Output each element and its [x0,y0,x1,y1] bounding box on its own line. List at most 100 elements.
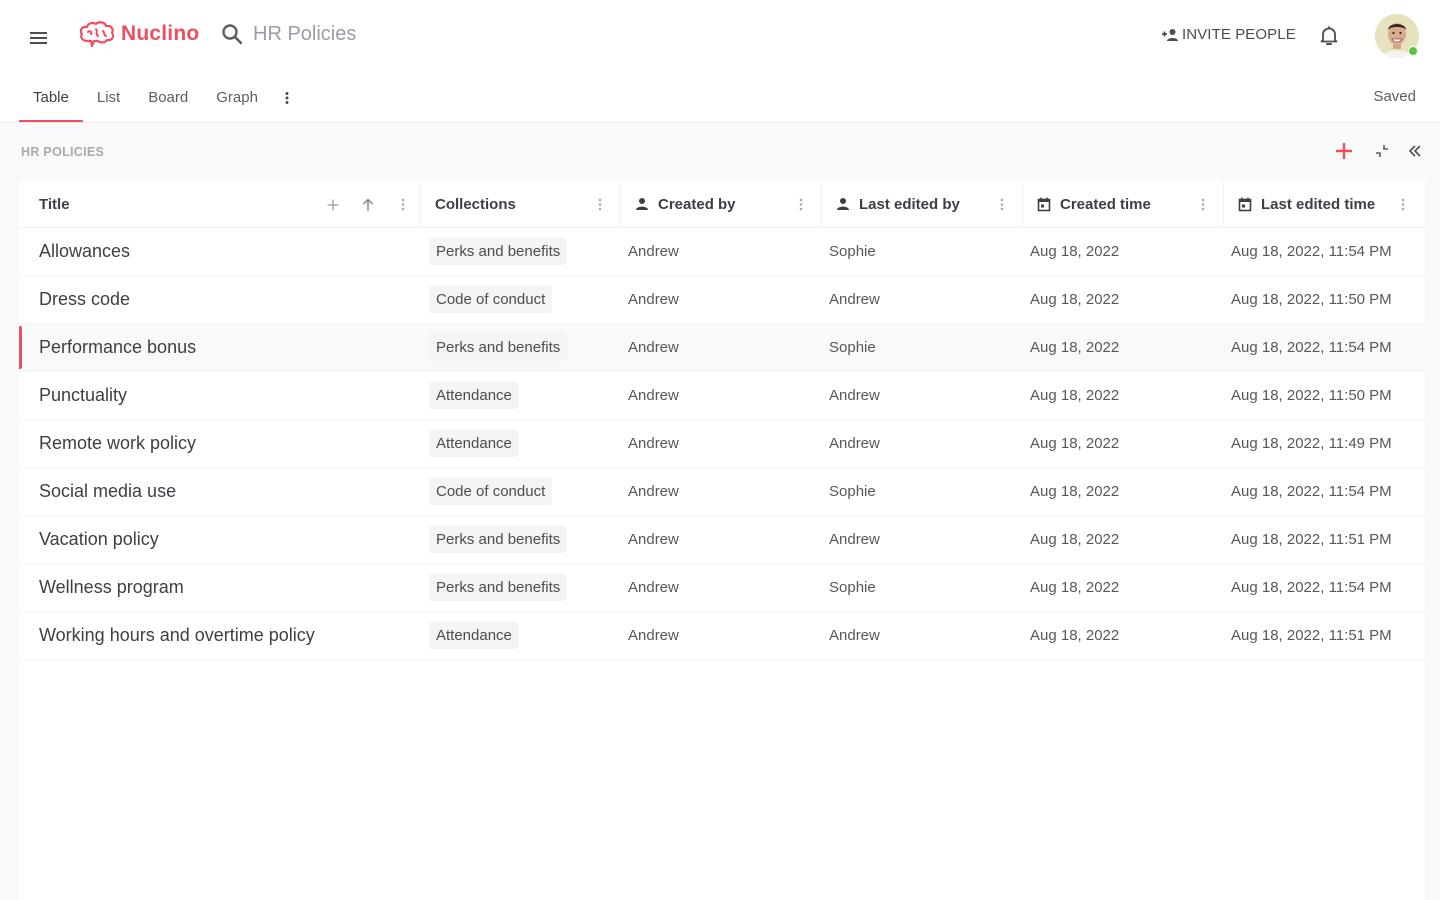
table-row[interactable]: Working hours and overtime policy Attend… [19,612,1425,660]
column-header-created-by[interactable]: Created by [621,181,822,227]
search-field[interactable]: HR Policies [220,22,356,46]
collection-chip[interactable]: Perks and benefits [429,238,568,265]
cell-last-edited-time: Aug 18, 2022, 11:54 PM [1231,243,1392,260]
collapse-button[interactable] [1370,139,1394,163]
cell-last-edited-by: Andrew [829,291,880,308]
cell-created-time: Aug 18, 2022 [1030,339,1120,356]
invite-label: INVITE PEOPLE [1182,26,1296,43]
cell-last-edited-time: Aug 18, 2022, 11:50 PM [1231,291,1392,308]
collection-chip[interactable]: Code of conduct [429,286,553,313]
cell-title[interactable]: Vacation policy [19,516,421,563]
table-row[interactable]: Allowances Perks and benefits Andrew Sop… [19,228,1425,276]
hamburger-menu-button[interactable] [28,26,50,48]
collection-chip[interactable]: Attendance [429,430,519,457]
cell-collection: Attendance [421,420,621,467]
collection-chip[interactable]: Perks and benefits [429,526,568,553]
tab-graph[interactable]: Graph [202,72,272,123]
hide-sidebar-button[interactable] [1403,139,1427,163]
kebab-icon [1000,198,1004,211]
more-views-button[interactable] [272,72,302,123]
arrow-up-icon [362,198,373,211]
bell-icon [1320,26,1338,45]
main-content: HR POLICIES Title Collections Created by… [0,123,1440,900]
cell-last-edited-time: Aug 18, 2022, 11:54 PM [1231,579,1392,596]
add-item-button[interactable] [1332,139,1356,163]
title-column-tools [315,181,420,228]
column-menu-button[interactable] [1401,198,1405,215]
collection-chip[interactable]: Attendance [429,622,519,649]
cell-last-edited-by: Andrew [829,387,880,404]
collection-chip[interactable]: Code of conduct [429,478,553,505]
cell-title[interactable]: Dress code [19,276,421,323]
column-header-title[interactable]: Title [19,181,421,227]
tab-list[interactable]: List [83,72,134,123]
cell-last-edited-by: Sophie [829,579,876,596]
column-label: Created by [658,195,736,213]
column-menu-button[interactable] [385,198,420,211]
table-body: Allowances Perks and benefits Andrew Sop… [19,228,1425,660]
brand-name: Nuclino [121,22,200,45]
column-label: Title [39,195,70,213]
logo[interactable]: Nuclino [79,20,199,48]
calendar-icon [1037,197,1051,212]
cell-last-edited-time: Aug 18, 2022, 11:50 PM [1231,387,1392,404]
column-label: Last edited time [1261,195,1376,213]
collection-chip[interactable]: Attendance [429,382,519,409]
collection-chip[interactable]: Perks and benefits [429,334,568,361]
collapse-icon [1376,145,1388,157]
table-row[interactable]: Vacation policy Perks and benefits Andre… [19,516,1425,564]
column-label: Last edited by [859,195,960,213]
cell-created-time: Aug 18, 2022 [1030,531,1120,548]
column-menu-button[interactable] [598,198,602,215]
items-table: Title Collections Created by Last edited… [19,181,1425,900]
kebab-icon [598,198,602,211]
table-row[interactable]: Wellness program Perks and benefits Andr… [19,564,1425,612]
add-person-icon [1162,28,1178,41]
plus-icon [1336,143,1352,159]
cell-last-edited-time: Aug 18, 2022, 11:54 PM [1231,483,1392,500]
column-menu-button[interactable] [1201,198,1205,215]
column-label: Created time [1060,195,1151,213]
sort-button[interactable] [350,198,385,212]
table-row[interactable]: Dress code Code of conduct Andrew Andrew… [19,276,1425,324]
online-status-indicator [1408,46,1418,56]
table-row[interactable]: Remote work policy Attendance Andrew And… [19,420,1425,468]
table-row[interactable]: Social media use Code of conduct Andrew … [19,468,1425,516]
column-header-last-edited-time[interactable]: Last edited time [1224,181,1425,227]
column-header-created-time[interactable]: Created time [1023,181,1224,227]
calendar-icon [1238,197,1252,212]
notifications-button[interactable] [1319,25,1339,52]
kebab-icon [1401,198,1405,211]
tab-table[interactable]: Table [19,72,83,123]
cell-collection: Perks and benefits [421,516,621,563]
cell-title[interactable]: Wellness program [19,564,421,611]
save-status: Saved [1373,88,1416,105]
cell-created-time: Aug 18, 2022 [1030,435,1120,452]
column-header-last-edited-by[interactable]: Last edited by [822,181,1023,227]
cell-last-edited-by: Andrew [829,435,880,452]
cell-created-time: Aug 18, 2022 [1030,627,1120,644]
invite-people-button[interactable]: INVITE PEOPLE [1161,26,1296,43]
column-header-collections[interactable]: Collections [421,181,621,227]
cell-title[interactable]: Punctuality [19,372,421,419]
add-column-button[interactable] [315,199,350,211]
cell-title[interactable]: Social media use [19,468,421,515]
cell-collection: Code of conduct [421,468,621,515]
menu-icon [30,32,47,34]
column-menu-button[interactable] [1000,198,1004,215]
search-icon [222,24,243,45]
collection-chip[interactable]: Perks and benefits [429,574,568,601]
column-menu-button[interactable] [799,198,803,215]
cell-title[interactable]: Remote work policy [19,420,421,467]
kebab-icon [285,91,289,104]
cell-collection: Perks and benefits [421,324,621,371]
cell-last-edited-by: Sophie [829,483,876,500]
table-row[interactable]: Punctuality Attendance Andrew Andrew Aug… [19,372,1425,420]
cell-title[interactable]: Performance bonus [19,324,421,371]
cell-title[interactable]: Allowances [19,228,421,275]
table-row-selected[interactable]: Performance bonus Perks and benefits And… [19,324,1425,372]
cell-last-edited-by: Andrew [829,531,880,548]
cell-title[interactable]: Working hours and overtime policy [19,612,421,659]
tab-board[interactable]: Board [134,72,202,123]
cell-collection: Attendance [421,372,621,419]
